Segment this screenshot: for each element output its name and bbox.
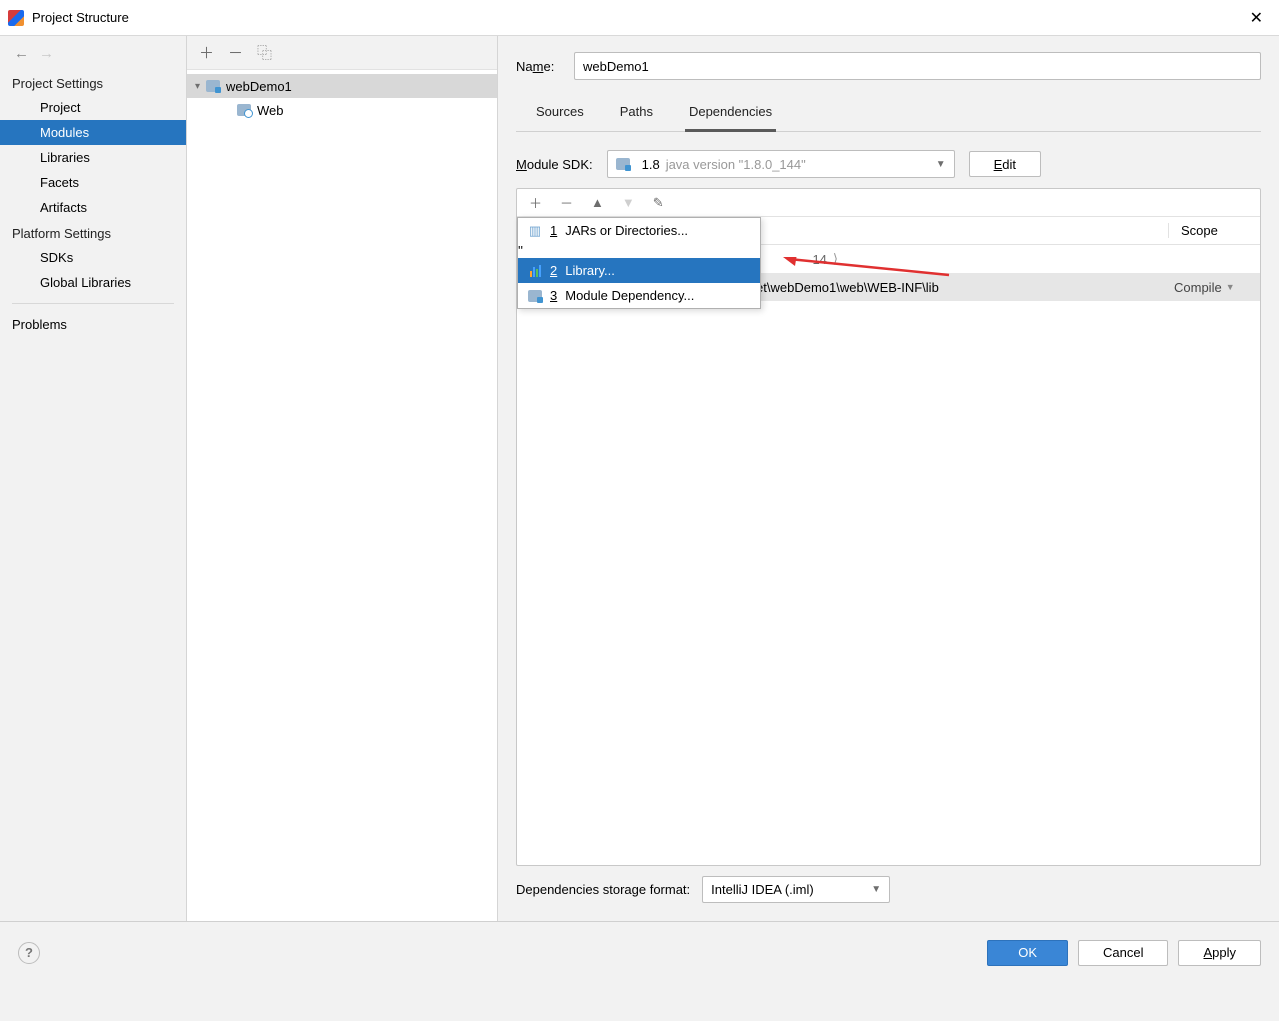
main-area: ← → Project Settings Project Modules Lib… (0, 36, 1279, 921)
sdk-name: 1.8 (642, 157, 660, 172)
popup-label-3: Module Dependency... (565, 288, 694, 303)
copy-icon[interactable]: ⿻ (257, 42, 272, 63)
sidebar: ← → Project Settings Project Modules Lib… (0, 36, 187, 921)
popup-jars[interactable]: ▥ 1 JARs or Directories... (518, 218, 760, 243)
sidebar-item-modules[interactable]: Modules (0, 120, 186, 145)
edit-sdk-button[interactable]: Edit (969, 151, 1041, 177)
col-scope-header[interactable]: Scope (1168, 223, 1260, 238)
sidebar-item-project[interactable]: Project (0, 95, 186, 120)
storage-format-select[interactable]: IntelliJ IDEA (.iml) ▼ (702, 876, 890, 903)
popup-num-1: 1 (550, 223, 557, 238)
storage-value: IntelliJ IDEA (.iml) (711, 882, 814, 897)
add-dependency-popup: ▥ 1 JARs or Directories... '' 2 Library.… (517, 217, 761, 309)
sdk-icon (616, 158, 630, 170)
dropdown-arrow-icon: ▼ (936, 159, 946, 170)
tab-dependencies[interactable]: Dependencies (685, 96, 776, 132)
sdk-row: Module SDK: 1.8 java version "1.8.0_144"… (516, 150, 1261, 178)
popup-label-2: Library... (565, 263, 615, 278)
dep-remove-icon[interactable]: － (560, 193, 573, 212)
popup-label-1: JARs or Directories... (565, 223, 688, 238)
chevron-down-icon: ▼ (1226, 282, 1235, 292)
section-project-settings: Project Settings (0, 70, 186, 95)
dep-toolbar: ＋ － ▲ ▼ ✎ (517, 189, 1260, 217)
name-label: Name: (516, 59, 574, 74)
module-tree: ▾ webDemo1 Web (187, 70, 497, 122)
chevron-down-icon[interactable]: ▾ (195, 81, 200, 92)
forward-arrow-icon[interactable]: → (39, 45, 54, 62)
web-facet-icon (237, 104, 251, 116)
titlebar-left: Project Structure (8, 10, 129, 26)
storage-row: Dependencies storage format: IntelliJ ID… (516, 876, 1261, 903)
popup-module-dep[interactable]: 3 Module Dependency... (518, 283, 760, 308)
sidebar-nav: ← → (0, 36, 186, 70)
remove-icon[interactable]: － (228, 42, 243, 63)
popup-num-2: 2 (550, 263, 557, 278)
dropdown-arrow-icon: ▼ (871, 884, 881, 895)
sidebar-item-artifacts[interactable]: Artifacts (0, 195, 186, 220)
add-icon[interactable]: ＋ (199, 42, 214, 63)
module-dep-icon (528, 289, 542, 303)
tab-sources[interactable]: Sources (532, 96, 588, 131)
tree-root-label: webDemo1 (226, 79, 292, 94)
tree-root-webdemo1[interactable]: ▾ webDemo1 (187, 74, 497, 98)
dep-scope-2[interactable]: Compile ▼ (1168, 280, 1260, 295)
sdk-version: java version "1.8.0_144" (666, 157, 806, 172)
building-icon: ▥ (528, 224, 542, 238)
cancel-button[interactable]: Cancel (1078, 940, 1168, 966)
window-title: Project Structure (32, 10, 129, 25)
help-icon[interactable]: ? (18, 942, 40, 964)
sidebar-item-facets[interactable]: Facets (0, 170, 186, 195)
close-icon[interactable]: ✕ (1242, 4, 1271, 32)
footer: ? OK Cancel Apply (0, 921, 1279, 983)
back-arrow-icon[interactable]: ← (14, 45, 29, 62)
name-row: Name: (516, 52, 1261, 80)
footer-buttons: OK Cancel Apply (987, 940, 1261, 966)
tree-child-label: Web (257, 103, 284, 118)
module-folder-icon (206, 80, 220, 92)
detail-panel: Name: Sources Paths Dependencies Module … (498, 36, 1279, 921)
divider (12, 303, 174, 304)
module-sdk-select[interactable]: 1.8 java version "1.8.0_144" ▼ (607, 150, 955, 178)
ok-button[interactable]: OK (987, 940, 1068, 966)
sdk-label: Module SDK: (516, 157, 593, 172)
tree-toolbar: ＋ － ⿻ (187, 36, 497, 70)
library-bars-icon (528, 264, 542, 278)
dependencies-box: ＋ － ▲ ▼ ✎ ▥ 1 JARs or Directories... '' … (516, 188, 1261, 866)
titlebar: Project Structure ✕ (0, 0, 1279, 36)
tree-child-web[interactable]: Web (187, 98, 497, 122)
sidebar-item-sdks[interactable]: SDKs (0, 245, 186, 270)
module-tree-panel: ＋ － ⿻ ▾ webDemo1 Web (187, 36, 498, 921)
sidebar-item-global-libraries[interactable]: Global Libraries (0, 270, 186, 295)
sidebar-item-problems[interactable]: Problems (0, 312, 186, 337)
module-name-input[interactable] (574, 52, 1261, 80)
storage-label: Dependencies storage format: (516, 882, 690, 897)
app-icon (8, 10, 24, 26)
dep-edit-icon[interactable]: ✎ (653, 195, 664, 211)
section-platform-settings: Platform Settings (0, 220, 186, 245)
dep-down-icon[interactable]: ▼ (622, 195, 635, 210)
popup-num-3: 3 (550, 288, 557, 303)
tabs: Sources Paths Dependencies (516, 96, 1261, 132)
tab-paths[interactable]: Paths (616, 96, 657, 131)
popup-library[interactable]: 2 Library... (518, 258, 760, 283)
dep-up-icon[interactable]: ▲ (591, 195, 604, 210)
sidebar-item-libraries[interactable]: Libraries (0, 145, 186, 170)
apply-button[interactable]: Apply (1178, 940, 1261, 966)
dep-add-icon[interactable]: ＋ (529, 193, 542, 212)
